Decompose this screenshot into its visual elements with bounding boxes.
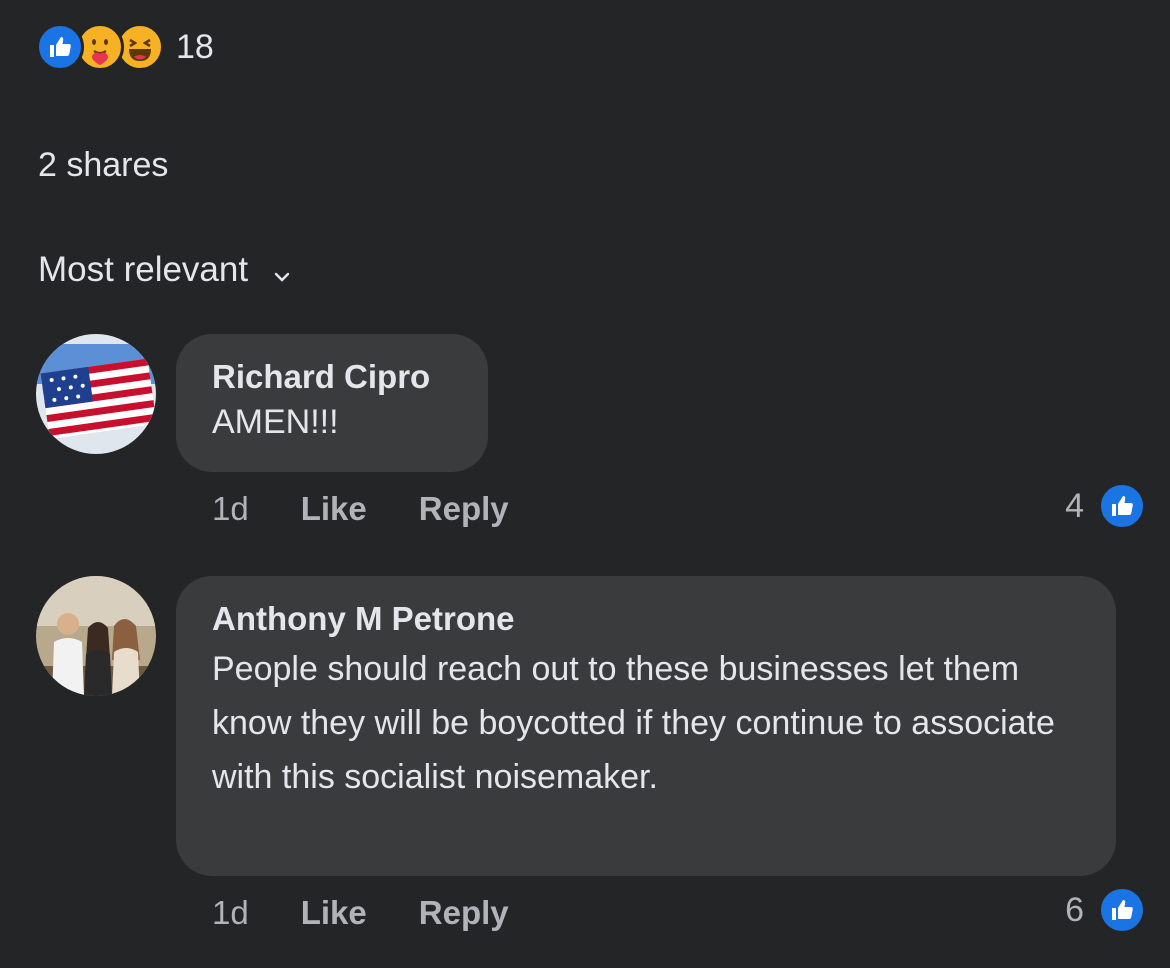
- comment-actions: 1d Like Reply: [212, 894, 561, 932]
- comment-time[interactable]: 1d: [212, 490, 249, 528]
- chevron-down-icon: [274, 252, 290, 292]
- like-button[interactable]: Like: [301, 490, 367, 528]
- comment-text: People should reach out to these busines…: [212, 650, 1055, 796]
- reply-button[interactable]: Reply: [419, 490, 509, 528]
- avatar[interactable]: [36, 576, 156, 696]
- like-icon: [1098, 482, 1146, 530]
- like-button[interactable]: Like: [301, 894, 367, 932]
- avatar[interactable]: [36, 334, 156, 454]
- reactions-summary[interactable]: 18: [36, 22, 214, 72]
- comment-bubble: Anthony M Petrone People should reach ou…: [176, 576, 1116, 876]
- comment-like-count[interactable]: 6: [1065, 886, 1146, 934]
- reply-button[interactable]: Reply: [419, 894, 509, 932]
- like-icon: [36, 23, 84, 71]
- shares-count[interactable]: 2 shares: [38, 146, 168, 185]
- comment-text: AMEN!!!: [212, 403, 339, 441]
- comment-author[interactable]: Richard Cipro: [212, 358, 452, 396]
- comment-bubble: Richard Cipro AMEN!!!: [176, 334, 488, 472]
- sort-dropdown[interactable]: Most relevant: [38, 248, 290, 292]
- like-count: 6: [1065, 890, 1084, 929]
- comment-actions: 1d Like Reply: [212, 490, 561, 528]
- like-icon: [1098, 886, 1146, 934]
- like-count: 4: [1065, 486, 1084, 525]
- sort-label: Most relevant: [38, 250, 249, 289]
- comment-author[interactable]: Anthony M Petrone: [212, 600, 1080, 638]
- comment-time[interactable]: 1d: [212, 894, 249, 932]
- reaction-count: 18: [176, 27, 214, 66]
- comment-like-count[interactable]: 4: [1065, 482, 1146, 530]
